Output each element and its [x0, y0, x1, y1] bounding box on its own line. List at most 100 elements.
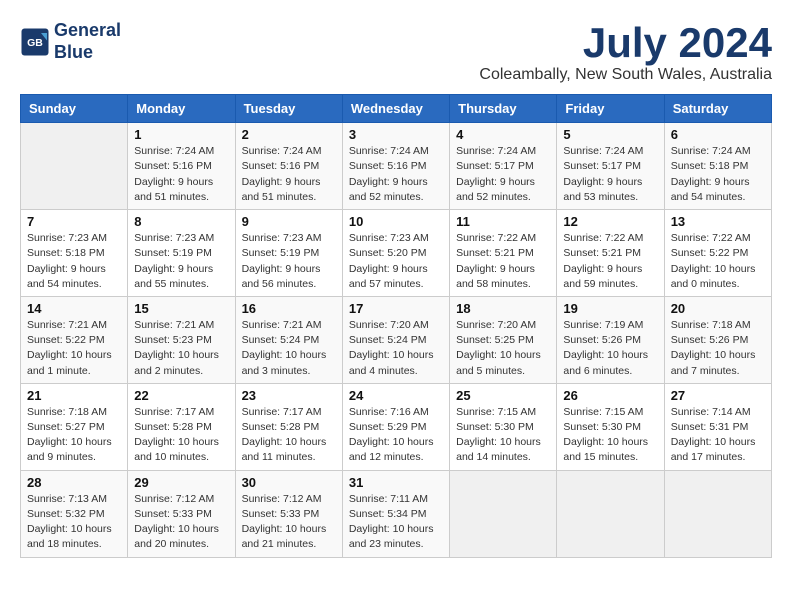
logo: GB General Blue	[20, 20, 121, 63]
day-info: Sunrise: 7:17 AM Sunset: 5:28 PM Dayligh…	[134, 405, 228, 466]
day-info: Sunrise: 7:23 AM Sunset: 5:20 PM Dayligh…	[349, 231, 443, 292]
calendar-cell: 1 Sunrise: 7:24 AM Sunset: 5:16 PM Daylig…	[128, 123, 235, 210]
calendar-cell: 3 Sunrise: 7:24 AM Sunset: 5:16 PM Daylig…	[342, 123, 449, 210]
calendar-cell: 26 Sunrise: 7:15 AM Sunset: 5:30 PM Dayli…	[557, 383, 664, 470]
calendar-cell: 7 Sunrise: 7:23 AM Sunset: 5:18 PM Daylig…	[21, 210, 128, 297]
day-number: 24	[349, 388, 443, 403]
day-number: 4	[456, 127, 550, 142]
logo-line2: Blue	[54, 42, 121, 64]
calendar-cell: 21 Sunrise: 7:18 AM Sunset: 5:27 PM Dayli…	[21, 383, 128, 470]
calendar-cell: 12Sunrise: 7:22 AM Sunset: 5:21 PM Dayli…	[557, 210, 664, 297]
page-header: GB General Blue July 2024 Coleambally, N…	[20, 20, 772, 84]
day-info: Sunrise: 7:24 AM Sunset: 5:17 PM Dayligh…	[456, 144, 550, 205]
day-info: Sunrise: 7:24 AM Sunset: 5:16 PM Dayligh…	[349, 144, 443, 205]
day-number: 22	[134, 388, 228, 403]
day-number: 17	[349, 301, 443, 316]
day-number: 15	[134, 301, 228, 316]
day-number: 8	[134, 214, 228, 229]
day-info: Sunrise: 7:24 AM Sunset: 5:16 PM Dayligh…	[134, 144, 228, 205]
day-info: Sunrise: 7:11 AM Sunset: 5:34 PM Dayligh…	[349, 492, 443, 553]
week-row-0: 1 Sunrise: 7:24 AM Sunset: 5:16 PM Daylig…	[21, 123, 772, 210]
day-info: Sunrise: 7:24 AM Sunset: 5:17 PM Dayligh…	[563, 144, 657, 205]
calendar-cell: 30 Sunrise: 7:12 AM Sunset: 5:33 PM Dayli…	[235, 470, 342, 557]
calendar-cell: 5 Sunrise: 7:24 AM Sunset: 5:17 PM Daylig…	[557, 123, 664, 210]
day-number: 5	[563, 127, 657, 142]
header-wednesday: Wednesday	[342, 95, 449, 123]
day-info: Sunrise: 7:18 AM Sunset: 5:27 PM Dayligh…	[27, 405, 121, 466]
day-number: 16	[242, 301, 336, 316]
calendar-cell: 31 Sunrise: 7:11 AM Sunset: 5:34 PM Dayli…	[342, 470, 449, 557]
day-number: 26	[563, 388, 657, 403]
day-number: 31	[349, 475, 443, 490]
calendar-cell: 8Sunrise: 7:23 AM Sunset: 5:19 PM Daylig…	[128, 210, 235, 297]
day-number: 21	[27, 388, 121, 403]
day-info: Sunrise: 7:15 AM Sunset: 5:30 PM Dayligh…	[563, 405, 657, 466]
day-number: 9	[242, 214, 336, 229]
day-info: Sunrise: 7:13 AM Sunset: 5:32 PM Dayligh…	[27, 492, 121, 553]
day-info: Sunrise: 7:24 AM Sunset: 5:18 PM Dayligh…	[671, 144, 765, 205]
calendar-table: SundayMondayTuesdayWednesdayThursdayFrid…	[20, 94, 772, 557]
day-number: 11	[456, 214, 550, 229]
day-info: Sunrise: 7:21 AM Sunset: 5:24 PM Dayligh…	[242, 318, 336, 379]
calendar-cell: 2Sunrise: 7:24 AM Sunset: 5:16 PM Daylig…	[235, 123, 342, 210]
week-row-4: 28Sunrise: 7:13 AM Sunset: 5:32 PM Dayli…	[21, 470, 772, 557]
day-number: 3	[349, 127, 443, 142]
calendar-cell: 18Sunrise: 7:20 AM Sunset: 5:25 PM Dayli…	[450, 296, 557, 383]
day-info: Sunrise: 7:23 AM Sunset: 5:18 PM Dayligh…	[27, 231, 121, 292]
day-number: 19	[563, 301, 657, 316]
header-friday: Friday	[557, 95, 664, 123]
logo-text: General Blue	[54, 20, 121, 63]
day-info: Sunrise: 7:22 AM Sunset: 5:22 PM Dayligh…	[671, 231, 765, 292]
day-info: Sunrise: 7:22 AM Sunset: 5:21 PM Dayligh…	[456, 231, 550, 292]
calendar-cell: 22 Sunrise: 7:17 AM Sunset: 5:28 PM Dayli…	[128, 383, 235, 470]
day-number: 10	[349, 214, 443, 229]
day-info: Sunrise: 7:20 AM Sunset: 5:25 PM Dayligh…	[456, 318, 550, 379]
calendar-cell	[21, 123, 128, 210]
header-tuesday: Tuesday	[235, 95, 342, 123]
header-row: SundayMondayTuesdayWednesdayThursdayFrid…	[21, 95, 772, 123]
calendar-cell: 24 Sunrise: 7:16 AM Sunset: 5:29 PM Dayli…	[342, 383, 449, 470]
day-number: 25	[456, 388, 550, 403]
calendar-cell: 28Sunrise: 7:13 AM Sunset: 5:32 PM Dayli…	[21, 470, 128, 557]
calendar-cell: 9Sunrise: 7:23 AM Sunset: 5:19 PM Daylig…	[235, 210, 342, 297]
calendar-cell: 20Sunrise: 7:18 AM Sunset: 5:26 PM Dayli…	[664, 296, 771, 383]
calendar-cell: 16 Sunrise: 7:21 AM Sunset: 5:24 PM Dayli…	[235, 296, 342, 383]
calendar-cell: 19 Sunrise: 7:19 AM Sunset: 5:26 PM Dayli…	[557, 296, 664, 383]
calendar-cell: 6 Sunrise: 7:24 AM Sunset: 5:18 PM Daylig…	[664, 123, 771, 210]
calendar-cell: 13 Sunrise: 7:22 AM Sunset: 5:22 PM Dayli…	[664, 210, 771, 297]
calendar-cell	[664, 470, 771, 557]
week-row-1: 7 Sunrise: 7:23 AM Sunset: 5:18 PM Daylig…	[21, 210, 772, 297]
day-number: 1	[134, 127, 228, 142]
day-number: 30	[242, 475, 336, 490]
header-sunday: Sunday	[21, 95, 128, 123]
calendar-cell	[557, 470, 664, 557]
month-title: July 2024	[479, 20, 772, 66]
day-number: 6	[671, 127, 765, 142]
week-row-3: 21 Sunrise: 7:18 AM Sunset: 5:27 PM Dayli…	[21, 383, 772, 470]
day-number: 7	[27, 214, 121, 229]
location-title: Coleambally, New South Wales, Australia	[479, 66, 772, 84]
logo-line1: General	[54, 20, 121, 42]
day-info: Sunrise: 7:19 AM Sunset: 5:26 PM Dayligh…	[563, 318, 657, 379]
day-number: 12	[563, 214, 657, 229]
logo-icon: GB	[20, 27, 50, 57]
day-info: Sunrise: 7:18 AM Sunset: 5:26 PM Dayligh…	[671, 318, 765, 379]
calendar-cell: 15 Sunrise: 7:21 AM Sunset: 5:23 PM Dayli…	[128, 296, 235, 383]
day-number: 14	[27, 301, 121, 316]
day-number: 29	[134, 475, 228, 490]
day-info: Sunrise: 7:21 AM Sunset: 5:23 PM Dayligh…	[134, 318, 228, 379]
day-info: Sunrise: 7:16 AM Sunset: 5:29 PM Dayligh…	[349, 405, 443, 466]
day-info: Sunrise: 7:17 AM Sunset: 5:28 PM Dayligh…	[242, 405, 336, 466]
day-info: Sunrise: 7:12 AM Sunset: 5:33 PM Dayligh…	[242, 492, 336, 553]
week-row-2: 14Sunrise: 7:21 AM Sunset: 5:22 PM Dayli…	[21, 296, 772, 383]
calendar-cell: 23Sunrise: 7:17 AM Sunset: 5:28 PM Dayli…	[235, 383, 342, 470]
header-saturday: Saturday	[664, 95, 771, 123]
header-thursday: Thursday	[450, 95, 557, 123]
calendar-cell: 25 Sunrise: 7:15 AM Sunset: 5:30 PM Dayli…	[450, 383, 557, 470]
calendar-cell: 27Sunrise: 7:14 AM Sunset: 5:31 PM Dayli…	[664, 383, 771, 470]
day-info: Sunrise: 7:15 AM Sunset: 5:30 PM Dayligh…	[456, 405, 550, 466]
day-number: 13	[671, 214, 765, 229]
day-info: Sunrise: 7:14 AM Sunset: 5:31 PM Dayligh…	[671, 405, 765, 466]
svg-text:GB: GB	[27, 36, 43, 48]
calendar-cell	[450, 470, 557, 557]
